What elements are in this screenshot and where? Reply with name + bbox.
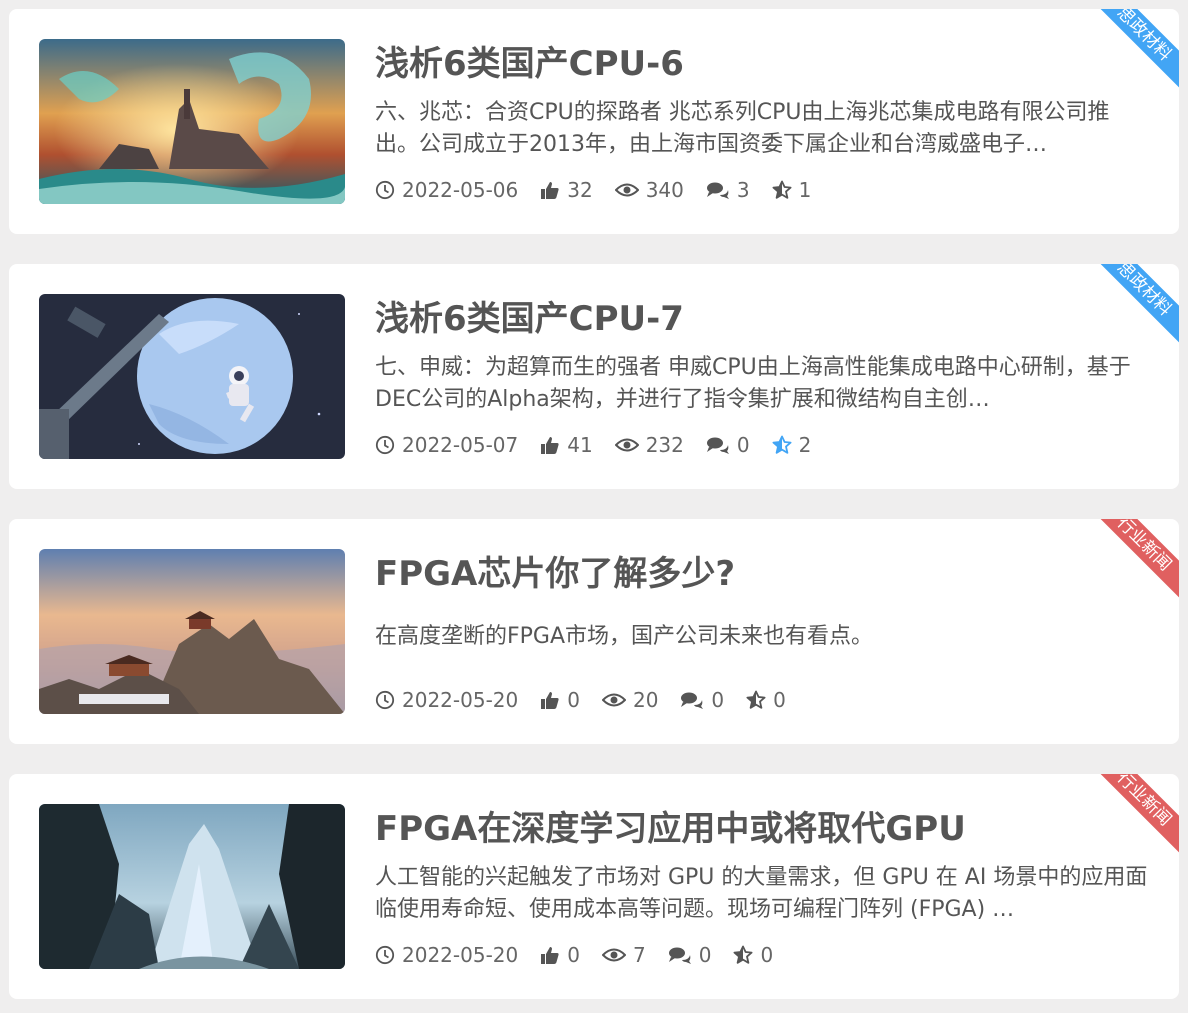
article-summary: 六、兆芯：合资CPU的探路者 兆芯系列CPU由上海兆芯集成电路有限公司推出。公司… (375, 100, 1110, 157)
category-tag: 行业新闻 (1097, 519, 1179, 601)
view-stat: 232 (614, 433, 684, 457)
favorite-count: 0 (760, 943, 774, 967)
article-thumbnail[interactable] (39, 549, 345, 714)
article-thumbnail[interactable] (39, 294, 345, 459)
thumbnail-image-mountain-temple (39, 549, 345, 714)
article-thumbnail[interactable] (39, 39, 345, 204)
clock-icon (375, 180, 395, 200)
category-ribbon: 思政材料 (1097, 9, 1179, 91)
article-date: 2022-05-20 (402, 688, 519, 712)
article-card[interactable]: FPGA在深度学习应用中或将取代GPU 人工智能的兴起触发了市场对 GPU 的大… (9, 774, 1179, 999)
article-title[interactable]: 浅析6类国产CPU-6 (375, 39, 1155, 89)
category-tag: 思政材料 (1097, 264, 1179, 346)
favorite-button[interactable]: 0 (733, 943, 773, 967)
article-date: 2022-05-07 (402, 433, 519, 457)
date-stat: 2022-05-20 (375, 688, 518, 712)
like-count: 32 (567, 178, 593, 202)
comment-button[interactable]: 0 (680, 688, 724, 712)
like-button[interactable]: 0 (540, 688, 580, 712)
star-icon (746, 690, 766, 710)
favorite-button[interactable]: 1 (772, 178, 812, 202)
view-count: 340 (645, 178, 684, 202)
like-button[interactable]: 0 (540, 943, 580, 967)
date-stat: 2022-05-07 (375, 433, 518, 457)
category-ribbon: 行业新闻 (1097, 774, 1179, 856)
article-meta: 2022-05-20 0 7 0 0 (375, 940, 795, 970)
view-count: 232 (645, 433, 684, 457)
category-tag: 行业新闻 (1097, 774, 1179, 856)
like-count: 41 (567, 433, 593, 457)
article-card[interactable]: FPGA芯片你了解多少? 在高度垄断的FPGA市场，国产公司未来也有看点。 20… (9, 519, 1179, 744)
like-count: 0 (567, 688, 580, 712)
comment-button[interactable]: 0 (706, 433, 750, 457)
thumbs-up-icon (540, 945, 560, 965)
star-icon (733, 945, 753, 965)
comment-count: 3 (736, 178, 750, 202)
article-title[interactable]: FPGA在深度学习应用中或将取代GPU (375, 804, 1155, 854)
comments-icon (706, 435, 730, 455)
article-card[interactable]: 浅析6类国产CPU-6 六、兆芯：合资CPU的探路者 兆芯系列CPU由上海兆芯集… (9, 9, 1179, 234)
clock-icon (375, 945, 395, 965)
eye-icon (601, 945, 626, 965)
date-stat: 2022-05-20 (375, 943, 518, 967)
article-summary: 在高度垄断的FPGA市场，国产公司未来也有看点。 (375, 624, 874, 649)
like-button[interactable]: 41 (540, 433, 593, 457)
favorite-button[interactable]: 0 (746, 688, 786, 712)
article-summary: 人工智能的兴起触发了市场对 GPU 的大量需求，但 GPU 在 AI 场景中的应… (375, 865, 1148, 922)
thumbnail-image-icy-cliffs (39, 804, 345, 969)
article-title[interactable]: FPGA芯片你了解多少? (375, 549, 1155, 599)
article-thumbnail[interactable] (39, 804, 345, 969)
category-ribbon: 行业新闻 (1097, 519, 1179, 601)
comments-icon (668, 945, 692, 965)
article-summary: 七、申威：为超算而生的强者 申威CPU由上海高性能集成电路中心研制，基于DEC公… (375, 355, 1131, 412)
article-list: 浅析6类国产CPU-6 六、兆芯：合资CPU的探路者 兆芯系列CPU由上海兆芯集… (0, 0, 1188, 1013)
article-meta: 2022-05-07 41 232 0 2 (375, 430, 833, 460)
favorite-count: 1 (798, 178, 812, 202)
article-date: 2022-05-20 (402, 943, 519, 967)
favorite-count: 2 (798, 433, 812, 457)
comment-button[interactable]: 0 (668, 943, 712, 967)
view-stat: 340 (614, 178, 684, 202)
article-date: 2022-05-06 (402, 178, 519, 202)
eye-icon (601, 690, 626, 710)
view-count: 20 (632, 688, 659, 712)
article-title[interactable]: 浅析6类国产CPU-7 (375, 294, 1155, 344)
thumbs-up-icon (540, 435, 560, 455)
comments-icon (706, 180, 730, 200)
thumbs-up-icon (540, 180, 560, 200)
star-icon-active (772, 435, 792, 455)
category-ribbon: 思政材料 (1097, 264, 1179, 346)
favorite-count: 0 (773, 688, 786, 712)
favorite-button[interactable]: 2 (772, 433, 812, 457)
article-meta: 2022-05-20 0 20 0 0 (375, 685, 808, 715)
thumbnail-image-warship-dragon (39, 39, 345, 204)
view-stat: 20 (601, 688, 659, 712)
thumbs-up-icon (540, 690, 560, 710)
view-count: 7 (632, 943, 646, 967)
star-icon (772, 180, 792, 200)
like-count: 0 (567, 943, 580, 967)
thumbnail-image-astronaut-planet (39, 294, 345, 459)
comment-count: 0 (736, 433, 750, 457)
date-stat: 2022-05-06 (375, 178, 518, 202)
comment-count: 0 (711, 688, 725, 712)
clock-icon (375, 435, 395, 455)
article-card[interactable]: 浅析6类国产CPU-7 七、申威：为超算而生的强者 申威CPU由上海高性能集成电… (9, 264, 1179, 489)
category-tag: 思政材料 (1097, 9, 1179, 91)
eye-icon (614, 435, 639, 455)
comments-icon (680, 690, 704, 710)
comment-count: 0 (698, 943, 712, 967)
view-stat: 7 (601, 943, 646, 967)
eye-icon (614, 180, 639, 200)
clock-icon (375, 690, 395, 710)
article-meta: 2022-05-06 32 340 3 1 (375, 175, 833, 205)
like-button[interactable]: 32 (540, 178, 593, 202)
comment-button[interactable]: 3 (706, 178, 750, 202)
